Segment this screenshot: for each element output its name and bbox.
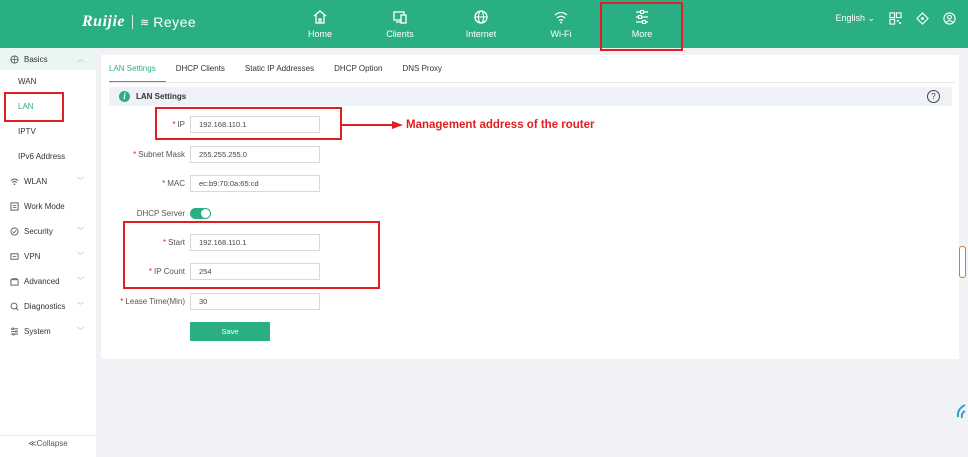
tab-dns-proxy[interactable]: DNS Proxy <box>402 63 452 81</box>
sidebar-item-label: Work Mode <box>24 201 65 211</box>
nav-home[interactable]: Home <box>288 0 352 48</box>
assistant-icon[interactable] <box>954 403 966 425</box>
advanced-icon <box>10 277 20 286</box>
vpn-icon <box>10 252 20 261</box>
chevron-down-icon: ﹀ <box>77 178 84 185</box>
sidebar-item-label: System <box>24 326 51 336</box>
reyee-logo-text: Reyee <box>153 14 197 30</box>
header-utilities: English ⌄ <box>835 12 956 25</box>
sidebar-item-diagnostics[interactable]: Diagnostics ﹀ <box>0 295 96 317</box>
nav-home-label: Home <box>307 29 332 39</box>
mac-label-text: MAC <box>167 179 185 188</box>
required-mark: * <box>133 150 137 159</box>
subnet-mask-label: * Subnet Mask <box>100 150 185 159</box>
lease-time-label: * Lease Time(Min) <box>100 297 185 306</box>
mac-input[interactable] <box>190 175 320 192</box>
nav-wifi-label: Wi-Fi <box>550 29 572 39</box>
sidebar-item-wan[interactable]: WAN <box>0 70 114 92</box>
clients-icon <box>393 11 407 24</box>
work-mode-icon <box>10 201 20 211</box>
user-account-icon[interactable] <box>943 12 956 25</box>
dhcp-range-highlight-box <box>123 221 380 289</box>
wifi-icon <box>554 11 568 24</box>
sidebar-item-system[interactable]: System ﹀ <box>0 320 96 342</box>
save-button[interactable]: Save <box>190 322 270 341</box>
sidebar-item-label: Diagnostics <box>24 301 66 311</box>
sidebar-item-label: Basics <box>24 54 48 64</box>
required-mark: * <box>120 297 124 306</box>
sidebar-item-label: IPTV <box>18 126 36 136</box>
sidebar-item-security[interactable]: Security ﹀ <box>0 220 96 242</box>
ip-highlight-box <box>155 107 342 140</box>
wlan-icon <box>10 177 20 186</box>
basics-icon <box>10 54 20 64</box>
chevron-down-icon: ﹀ <box>77 278 84 285</box>
language-selector[interactable]: English ⌄ <box>835 13 875 24</box>
sidebar-item-work-mode[interactable]: Work Mode <box>0 195 96 217</box>
section-title: LAN Settings <box>136 92 187 101</box>
tab-lan-settings[interactable]: LAN Settings <box>109 63 166 83</box>
subnet-mask-input[interactable] <box>190 146 320 163</box>
lease-time-label-text: Lease Time(Min) <box>125 297 185 306</box>
nav-wifi[interactable]: Wi-Fi <box>529 0 593 48</box>
sidebar-item-ipv6-address[interactable]: IPv6 Address <box>0 145 114 167</box>
sidebar-item-label: IPv6 Address <box>18 151 66 161</box>
qr-code-icon[interactable] <box>889 12 902 25</box>
help-icon[interactable]: ? <box>927 90 940 103</box>
chevron-down-icon: ﹀ <box>77 228 84 235</box>
tab-divider <box>109 82 955 83</box>
sidebar-item-label: WAN <box>18 76 37 86</box>
tab-bar: LAN Settings DHCP Clients Static IP Addr… <box>109 63 462 83</box>
info-icon: i <box>119 91 130 102</box>
tab-dhcp-option[interactable]: DHCP Option <box>334 63 392 81</box>
diagnostics-icon <box>10 302 20 311</box>
brand-logo: Ruijie ≋ Reyee <box>82 13 196 31</box>
nav-internet-label: Internet <box>465 29 497 39</box>
dhcp-server-label: DHCP Server <box>136 209 185 218</box>
nav-clients-label: Clients <box>386 29 414 39</box>
chevron-down-icon: ﹀ <box>77 328 84 335</box>
sidebar-item-iptv[interactable]: IPTV <box>0 120 114 142</box>
sidebar-item-basics[interactable]: Basics ︿ <box>0 48 96 70</box>
tab-static-ip-addresses[interactable]: Static IP Addresses <box>245 63 324 81</box>
tab-dhcp-clients[interactable]: DHCP Clients <box>176 63 235 81</box>
lan-settings-card: LAN Settings DHCP Clients Static IP Addr… <box>101 55 959 359</box>
more-highlight-box <box>600 2 683 51</box>
subnet-mask-label-text: Subnet Mask <box>138 150 185 159</box>
globe-icon <box>474 10 488 24</box>
collapse-sidebar-button[interactable]: ≪Collapse <box>0 435 96 452</box>
chevron-up-icon: ︿ <box>77 56 84 63</box>
network-topology-icon[interactable] <box>916 12 929 25</box>
system-icon <box>10 327 20 336</box>
required-mark: * <box>162 179 166 188</box>
sidebar-item-label: WLAN <box>24 176 48 186</box>
arrow-icon <box>342 121 403 129</box>
scrollbar-handle[interactable] <box>959 246 966 278</box>
lease-time-input[interactable] <box>190 293 320 310</box>
logo-divider <box>132 15 134 29</box>
sidebar-item-label: VPN <box>24 251 41 261</box>
sidebar-item-label: Security <box>24 226 53 236</box>
sidebar-item-label: Advanced <box>24 276 60 286</box>
sidebar-item-wlan[interactable]: WLAN ﹀ <box>0 170 96 192</box>
ruijie-logo-text: Ruijie <box>82 13 126 30</box>
sidebar-item-vpn[interactable]: VPN ﹀ <box>0 245 96 267</box>
home-icon <box>313 10 327 24</box>
top-nav-bar: Ruijie ≋ Reyee Home Clients Internet Wi-… <box>0 0 968 48</box>
reyee-mark-icon: ≋ <box>140 16 150 29</box>
dhcp-server-toggle[interactable] <box>190 208 211 219</box>
nav-internet[interactable]: Internet <box>449 0 513 48</box>
lan-highlight-box <box>4 92 64 122</box>
sidebar-item-advanced[interactable]: Advanced ﹀ <box>0 270 96 292</box>
nav-clients[interactable]: Clients <box>368 0 432 48</box>
section-header: i LAN Settings ? <box>109 87 952 106</box>
annotation-label: Management address of the router <box>406 119 595 131</box>
chevron-down-icon: ﹀ <box>77 253 84 260</box>
mac-label: * MAC <box>100 179 185 188</box>
security-icon <box>10 226 20 236</box>
chevron-down-icon: ﹀ <box>77 303 84 310</box>
